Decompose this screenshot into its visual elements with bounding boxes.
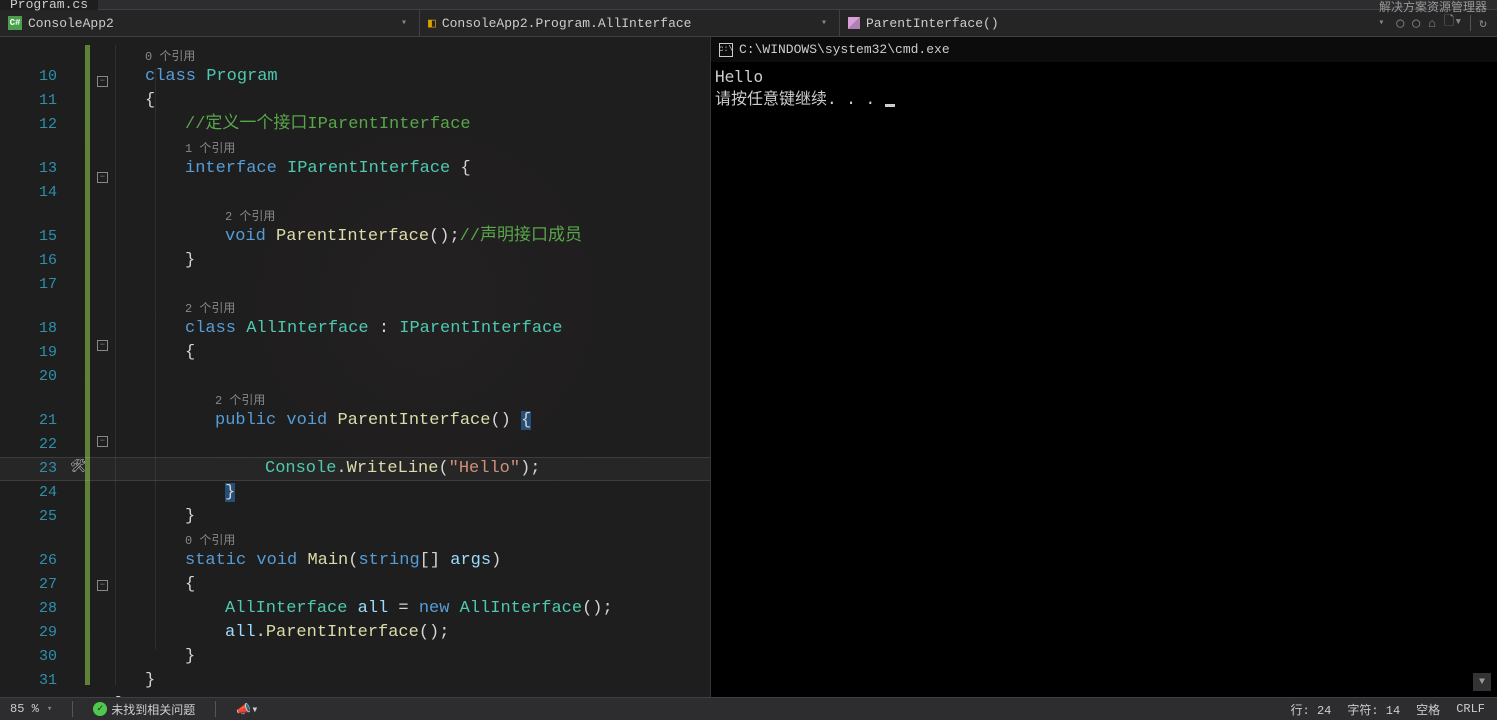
status-eol[interactable]: CRLF: [1456, 702, 1485, 716]
cursor-icon: [885, 104, 895, 107]
breadcrumb-project-label: ConsoleApp2: [28, 16, 114, 31]
quick-actions-icon[interactable]: 🛠: [70, 459, 86, 475]
line-numbers: 10 11 12 13 14 15 16 17 18 19 20 21 22 2…: [0, 37, 65, 697]
status-indent[interactable]: 空格: [1416, 701, 1440, 718]
fold-toggle[interactable]: −: [95, 573, 110, 597]
fold-toggle[interactable]: −: [95, 429, 110, 453]
codelens-refs[interactable]: 2 个引用: [115, 205, 613, 225]
csharp-project-icon: C#: [8, 16, 22, 30]
breadcrumb-project[interactable]: C# ConsoleApp2 ▾: [0, 10, 420, 36]
console-title-bar[interactable]: c:\ C:\WINDOWS\system32\cmd.exe: [711, 37, 1497, 62]
tab-program-cs[interactable]: Program.cs: [0, 0, 98, 10]
breadcrumb-class[interactable]: ◧ ConsoleApp2.Program.AllInterface ▾: [420, 10, 840, 36]
main-area: 10 11 12 13 14 15 16 17 18 19 20 21 22 2…: [0, 37, 1497, 697]
home-icon[interactable]: ⌂: [1428, 16, 1436, 31]
chevron-down-icon: ▾: [1374, 17, 1388, 29]
no-issues-status[interactable]: ✓ 未找到相关问题: [89, 701, 199, 718]
code-content[interactable]: 0 个引用 class Program { //定义一个接口IParentInt…: [115, 45, 613, 697]
refresh-icon[interactable]: ↻: [1479, 16, 1487, 31]
solution-explorer-label[interactable]: 解决方案资源管理器: [1379, 0, 1487, 15]
fold-gutter: − − − − −: [95, 37, 110, 597]
breadcrumb-right-icons: ◯ ◯ ⌂ 🗋▾ ↻: [1396, 12, 1497, 34]
nav-back-icon[interactable]: ◯: [1396, 16, 1404, 31]
codelens-refs[interactable]: 0 个引用: [115, 529, 613, 549]
console-title-text: C:\WINDOWS\system32\cmd.exe: [739, 42, 950, 57]
feedback-icon[interactable]: 📣▾: [232, 702, 262, 717]
nav-forward-icon[interactable]: ◯: [1412, 16, 1420, 31]
codelens-refs[interactable]: 0 个引用: [115, 45, 613, 65]
fold-toggle[interactable]: −: [95, 69, 110, 93]
console-window: c:\ C:\WINDOWS\system32\cmd.exe Hello 请按…: [710, 37, 1497, 697]
console-output[interactable]: Hello 请按任意键继续. . .: [711, 62, 1497, 114]
codelens-refs[interactable]: 2 个引用: [115, 389, 613, 409]
status-bar: 85 % ✓ 未找到相关问题 📣▾ 行: 24 字符: 14 空格 CRLF: [0, 697, 1497, 720]
method-icon: [848, 17, 860, 29]
sync-icon[interactable]: 🗋▾: [1444, 12, 1462, 34]
scroll-down-icon[interactable]: ▼: [1473, 673, 1491, 691]
status-line[interactable]: 行: 24: [1291, 701, 1332, 718]
chevron-down-icon: ▾: [817, 17, 831, 29]
fold-toggle[interactable]: −: [95, 165, 110, 189]
class-icon: ◧: [428, 16, 436, 31]
codelens-refs[interactable]: 1 个引用: [115, 137, 613, 157]
zoom-level[interactable]: 85 %: [6, 702, 56, 716]
breadcrumb-method-label: ParentInterface(): [866, 16, 999, 31]
status-col[interactable]: 字符: 14: [1347, 701, 1400, 718]
change-indicator: [85, 45, 90, 685]
breadcrumb-method[interactable]: ParentInterface() ▾: [840, 10, 1396, 36]
tab-label: Program.cs: [10, 0, 88, 12]
breadcrumb: C# ConsoleApp2 ▾ ◧ ConsoleApp2.Program.A…: [0, 10, 1497, 37]
fold-toggle[interactable]: −: [95, 333, 110, 357]
tab-bar: Program.cs 解决方案资源管理器: [0, 0, 1497, 10]
cmd-icon: c:\: [719, 43, 733, 57]
breadcrumb-class-label: ConsoleApp2.Program.AllInterface: [442, 16, 692, 31]
editor-pane[interactable]: 10 11 12 13 14 15 16 17 18 19 20 21 22 2…: [0, 37, 710, 697]
check-icon: ✓: [93, 702, 107, 716]
chevron-down-icon: ▾: [397, 17, 411, 29]
codelens-refs[interactable]: 2 个引用: [115, 297, 613, 317]
